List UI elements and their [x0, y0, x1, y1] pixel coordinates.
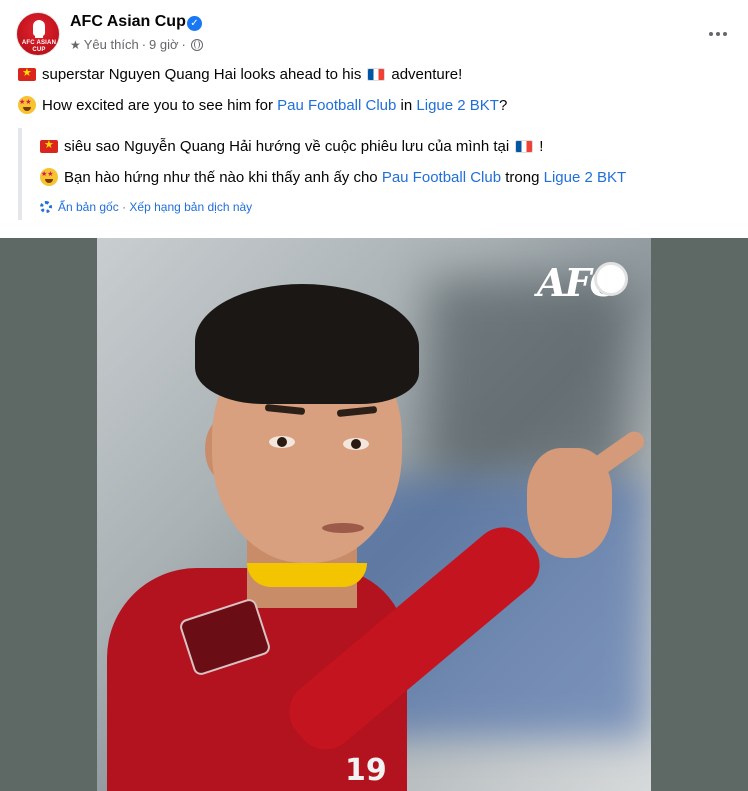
france-flag-icon	[367, 68, 386, 81]
star-struck-emoji-icon	[18, 96, 36, 114]
post-text-line-2: How excited are you to see him for Pau F…	[18, 96, 507, 114]
post-header: AFC ASIAN CUP AFC Asian Cup ✓ ★ Yêu thíc…	[16, 12, 732, 56]
pau-fc-link[interactable]: Pau Football Club	[277, 97, 396, 114]
gear-icon	[40, 201, 52, 213]
more-options-button[interactable]	[704, 20, 732, 48]
player-hair	[195, 284, 419, 404]
rate-translation-link[interactable]: Xếp hạng bản dịch này	[129, 200, 252, 214]
vietnam-flag-icon	[40, 138, 58, 153]
pau-fc-link-translated[interactable]: Pau Football Club	[382, 169, 501, 186]
facebook-post: AFC ASIAN CUP AFC Asian Cup ✓ ★ Yêu thíc…	[0, 0, 748, 791]
hide-original-link[interactable]: Ẩn bản gốc	[58, 200, 119, 214]
post-meta: ★ Yêu thích · 9 giờ ·	[70, 37, 203, 52]
globe-icon[interactable]	[190, 38, 203, 51]
trophy-icon	[33, 20, 45, 36]
player-photo[interactable]: 19 AFC	[97, 238, 651, 791]
france-flag-icon	[515, 140, 534, 153]
ligue2-link-translated[interactable]: Ligue 2 BKT	[544, 169, 627, 186]
post-media: 19 AFC	[0, 238, 748, 791]
page-name[interactable]: AFC Asian Cup	[70, 13, 186, 31]
translation-line-2: Bạn hào hứng như thế nào khi thấy anh ấy…	[40, 168, 626, 186]
post-time[interactable]: 9 giờ	[149, 37, 179, 52]
star-icon: ★	[70, 37, 81, 52]
avatar-logo-text: AFC ASIAN CUP	[21, 40, 57, 53]
verified-badge-icon: ✓	[187, 16, 202, 31]
page-avatar[interactable]: AFC ASIAN CUP	[16, 12, 60, 56]
football-icon	[594, 262, 628, 296]
star-struck-emoji-icon	[40, 168, 58, 186]
translation-line-1: siêu sao Nguyễn Quang Hải hướng về cuộc …	[40, 138, 543, 155]
vietnam-flag-icon	[18, 66, 36, 81]
post-text-line-1: superstar Nguyen Quang Hai looks ahead t…	[18, 66, 462, 83]
translation-bar	[18, 128, 22, 220]
translation-actions: Ẩn bản gốc · Xếp hạng bản dịch này	[40, 200, 252, 214]
favorite-label: Yêu thích	[83, 37, 139, 52]
jersey-number: 19	[345, 753, 387, 788]
ligue2-link[interactable]: Ligue 2 BKT	[416, 97, 499, 114]
